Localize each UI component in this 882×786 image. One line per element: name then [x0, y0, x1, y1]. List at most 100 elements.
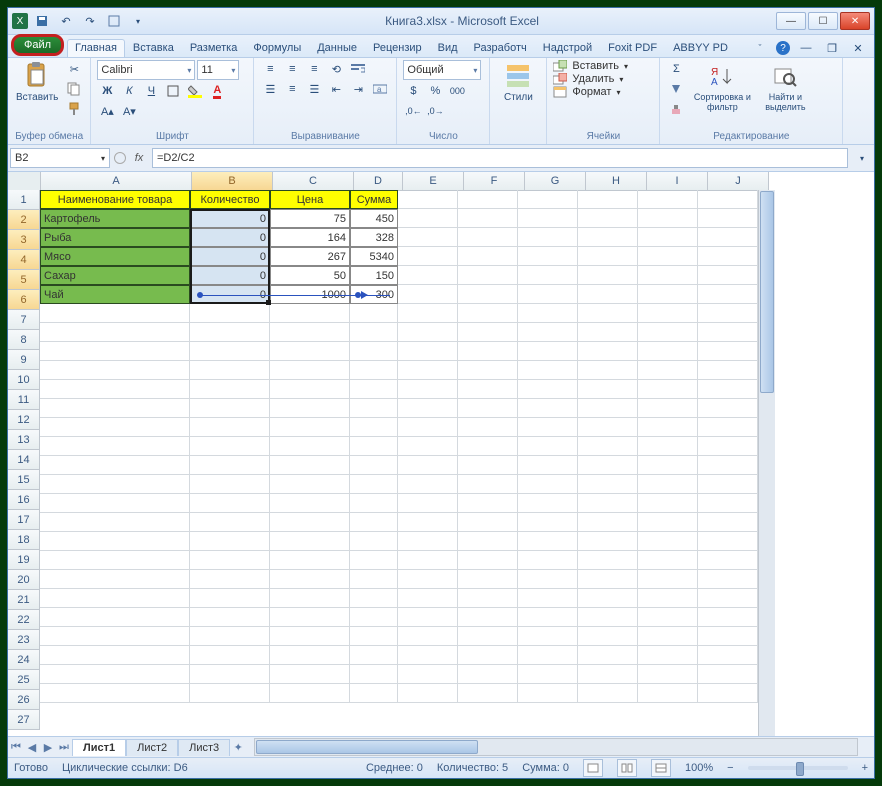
merge-center-icon[interactable]: a	[370, 80, 390, 98]
cell[interactable]	[458, 475, 518, 494]
cell[interactable]: 0	[190, 228, 270, 247]
tab-данные[interactable]: Данные	[309, 39, 365, 57]
orientation-icon[interactable]: ⟲	[326, 60, 346, 78]
cell[interactable]	[40, 437, 190, 456]
qat-more-icon[interactable]	[104, 12, 124, 30]
cell[interactable]	[518, 608, 578, 627]
qat-undo-icon[interactable]: ↶	[56, 12, 76, 30]
cell[interactable]	[638, 665, 698, 684]
cell[interactable]	[458, 589, 518, 608]
cell[interactable]	[638, 513, 698, 532]
number-format-combo[interactable]: Общий▾	[403, 60, 481, 80]
cell[interactable]	[698, 608, 758, 627]
cell[interactable]	[578, 608, 638, 627]
cell[interactable]	[398, 456, 458, 475]
cell[interactable]	[270, 646, 350, 665]
cell[interactable]	[40, 684, 190, 703]
cancel-formula-icon[interactable]	[114, 152, 126, 164]
cell[interactable]	[190, 608, 270, 627]
cell[interactable]	[698, 627, 758, 646]
cell[interactable]	[518, 266, 578, 285]
cell[interactable]	[398, 570, 458, 589]
cell[interactable]	[398, 608, 458, 627]
cell[interactable]	[518, 570, 578, 589]
row-header[interactable]: 21	[8, 590, 40, 610]
align-center-icon[interactable]: ≡	[282, 80, 302, 98]
cut-icon[interactable]: ✂	[64, 60, 84, 78]
cell[interactable]	[578, 646, 638, 665]
cell[interactable]: Чай	[40, 285, 190, 304]
cell[interactable]	[270, 361, 350, 380]
cell[interactable]	[578, 627, 638, 646]
fill-color-button[interactable]	[185, 82, 205, 100]
cell[interactable]	[270, 304, 350, 323]
cell[interactable]: 267	[270, 247, 350, 266]
cell[interactable]	[638, 608, 698, 627]
cell[interactable]	[350, 608, 398, 627]
cell[interactable]	[398, 665, 458, 684]
cell[interactable]: 75	[270, 209, 350, 228]
cell[interactable]	[40, 627, 190, 646]
cell[interactable]	[40, 342, 190, 361]
cell[interactable]	[518, 475, 578, 494]
cell[interactable]	[190, 361, 270, 380]
fx-icon[interactable]: fx	[130, 149, 148, 167]
view-page-break-icon[interactable]	[651, 759, 671, 777]
cell[interactable]	[518, 646, 578, 665]
cell[interactable]	[458, 494, 518, 513]
col-header-J[interactable]: J	[708, 172, 769, 191]
cell[interactable]	[270, 589, 350, 608]
paste-button[interactable]: Вставить	[14, 60, 60, 105]
cell[interactable]	[270, 551, 350, 570]
cell[interactable]	[518, 627, 578, 646]
cell[interactable]	[458, 380, 518, 399]
cell[interactable]	[458, 304, 518, 323]
cell[interactable]	[638, 266, 698, 285]
cell[interactable]	[350, 665, 398, 684]
cell[interactable]: Сахар	[40, 266, 190, 285]
cell[interactable]	[518, 304, 578, 323]
cell[interactable]	[578, 304, 638, 323]
align-left-icon[interactable]: ☰	[260, 80, 280, 98]
cell[interactable]	[40, 646, 190, 665]
tab-разработч[interactable]: Разработч	[466, 39, 535, 57]
cell[interactable]	[638, 209, 698, 228]
cell[interactable]	[190, 342, 270, 361]
cell[interactable]	[518, 228, 578, 247]
cell[interactable]	[698, 342, 758, 361]
cell[interactable]	[350, 342, 398, 361]
cell[interactable]	[398, 266, 458, 285]
cell[interactable]	[190, 437, 270, 456]
cell[interactable]	[270, 418, 350, 437]
sheet-nav-first-icon[interactable]: ⏮	[8, 739, 24, 755]
cell[interactable]	[638, 399, 698, 418]
sort-filter-button[interactable]: ЯА Сортировка и фильтр	[690, 60, 754, 114]
row-header[interactable]: 14	[8, 450, 40, 470]
cell[interactable]	[518, 361, 578, 380]
fill-icon[interactable]	[666, 80, 686, 98]
sheet-tab[interactable]: Лист3	[178, 739, 230, 756]
cell[interactable]	[40, 589, 190, 608]
cell[interactable]	[270, 665, 350, 684]
cell[interactable]	[638, 323, 698, 342]
cell[interactable]: Количество	[190, 190, 270, 209]
cell[interactable]	[698, 665, 758, 684]
cells-format-button[interactable]: Формат▾	[553, 86, 620, 98]
cell[interactable]: 0	[190, 266, 270, 285]
cell[interactable]	[40, 665, 190, 684]
cell[interactable]	[40, 608, 190, 627]
cell[interactable]	[518, 665, 578, 684]
cell[interactable]	[270, 494, 350, 513]
cell[interactable]	[458, 437, 518, 456]
grow-font-icon[interactable]: A▴	[97, 102, 117, 120]
row-header[interactable]: 25	[8, 670, 40, 690]
cell[interactable]: Цена	[270, 190, 350, 209]
cell[interactable]	[578, 285, 638, 304]
decrease-indent-icon[interactable]: ⇤	[326, 80, 346, 98]
minimize-button[interactable]: —	[776, 12, 806, 30]
cell[interactable]	[398, 285, 458, 304]
qat-redo-icon[interactable]: ↷	[80, 12, 100, 30]
cell[interactable]	[40, 532, 190, 551]
cell[interactable]	[578, 266, 638, 285]
cell[interactable]	[698, 323, 758, 342]
